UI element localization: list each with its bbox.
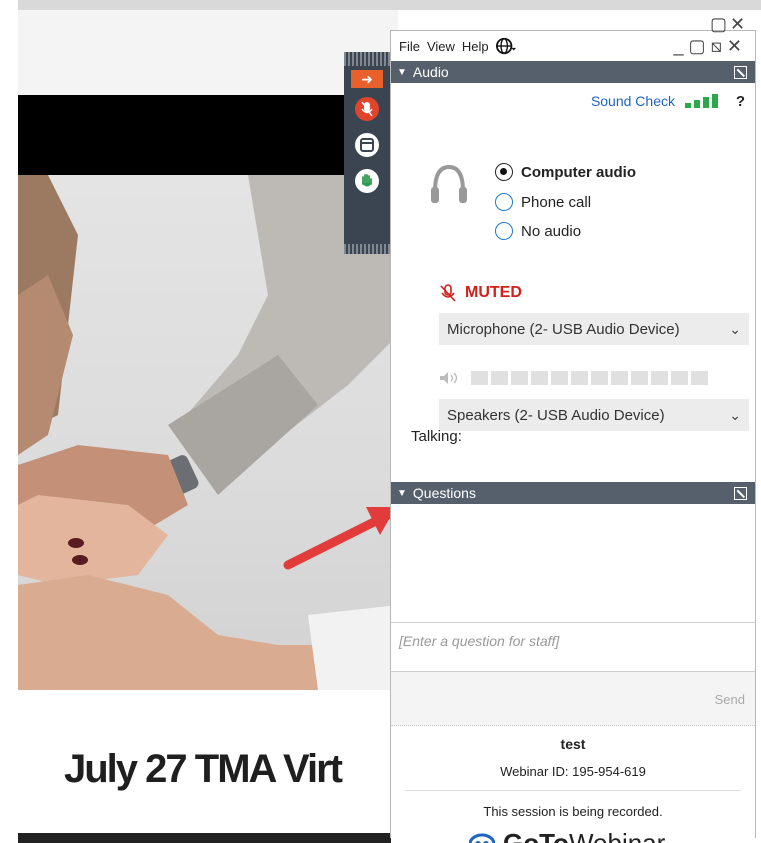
slide-title-box: July 27 TMA Virt — [56, 732, 370, 806]
questions-log — [391, 504, 755, 622]
collapse-triangle-icon[interactable]: ▼ — [397, 67, 407, 78]
control-bar[interactable]: ➜ — [344, 52, 390, 254]
level-segment — [651, 371, 668, 385]
menu-help[interactable]: Help — [462, 39, 489, 54]
help-icon[interactable]: ? — [736, 93, 745, 110]
speaker-select-value: Speakers (2- USB Audio Device) — [447, 406, 665, 424]
speaker-icon — [440, 372, 458, 384]
outer-window-controls[interactable]: ▢✕ — [710, 14, 748, 35]
questions-section-header[interactable]: ▼ Questions — [391, 482, 755, 504]
slide-top-area — [18, 10, 398, 95]
microphone-muted-icon[interactable] — [352, 94, 382, 124]
chevron-down-icon[interactable]: ⌄ — [729, 407, 741, 424]
radio-button[interactable] — [495, 163, 513, 181]
level-segment — [671, 371, 688, 385]
questions-header-label: Questions — [412, 485, 476, 501]
level-segment — [531, 371, 548, 385]
level-segment — [571, 371, 588, 385]
brand-webinar: Webinar — [568, 828, 666, 843]
menu-view[interactable]: View — [427, 39, 455, 54]
audio-section-header[interactable]: ▼ Audio — [391, 61, 755, 83]
microphone-select-value: Microphone (2- USB Audio Device) — [447, 320, 680, 338]
radio-no-audio[interactable]: No audio — [495, 222, 581, 240]
mute-status[interactable]: MUTED — [439, 283, 522, 303]
level-segment — [491, 371, 508, 385]
headset-icon — [431, 164, 467, 203]
radio-button[interactable] — [495, 193, 513, 211]
muted-label: MUTED — [465, 284, 522, 301]
slide-title: July 27 TMA Virt — [64, 746, 343, 791]
globe-icon[interactable] — [495, 36, 516, 56]
speaker-select[interactable]: Speakers (2- USB Audio Device) ⌄ — [439, 399, 749, 431]
left-margin — [0, 0, 18, 843]
popout-icon[interactable] — [734, 486, 747, 500]
radio-computer-audio[interactable]: Computer audio — [495, 163, 636, 181]
sound-check-link[interactable]: Sound Check — [591, 93, 675, 109]
level-segment — [511, 371, 528, 385]
send-button[interactable]: Send — [715, 692, 745, 707]
slide-photo — [18, 175, 398, 690]
footer-divider — [405, 790, 741, 791]
control-bar-grip[interactable] — [344, 52, 390, 66]
level-segment — [551, 371, 568, 385]
level-segment — [631, 371, 648, 385]
slide-black-band — [18, 95, 398, 175]
menu-bar: File View Help _▢⧅✕ — [391, 31, 755, 61]
radio-label: No audio — [521, 222, 582, 240]
microphone-select[interactable]: Microphone (2- USB Audio Device) ⌄ — [439, 313, 749, 345]
radio-button[interactable] — [495, 222, 513, 240]
menu-file[interactable]: File — [399, 39, 420, 54]
level-segment — [591, 371, 608, 385]
microphone-muted-icon[interactable] — [439, 283, 457, 303]
webinar-id: Webinar ID: 195-954-619 — [500, 764, 646, 779]
top-strip — [0, 0, 761, 10]
brand-goto: GoTo — [503, 828, 569, 843]
panel-window-controls[interactable]: _▢⧅✕ — [673, 36, 747, 57]
popout-icon[interactable] — [734, 65, 747, 79]
gotowebinar-panel: File View Help _▢⧅✕ ▼ Audio Sound Check … — [390, 30, 756, 843]
level-segment — [471, 371, 488, 385]
session-footer: test Webinar ID: 195-954-619 This sessio… — [391, 726, 755, 843]
chevron-down-icon[interactable]: ⌄ — [729, 321, 741, 338]
signal-strength-icon — [685, 94, 718, 108]
slide-bottom-bar — [18, 833, 398, 843]
raise-hand-icon[interactable] — [352, 166, 382, 196]
audio-section: Sound Check ? Computer audio Phone call … — [391, 83, 755, 431]
level-segment — [611, 371, 628, 385]
handshake-photo — [18, 175, 398, 690]
speaker-level-meter — [439, 371, 711, 385]
collapse-triangle-icon[interactable]: ▼ — [397, 488, 407, 499]
goto-logo-icon — [469, 833, 495, 843]
level-segment — [691, 371, 708, 385]
control-bar-grip-bottom[interactable] — [344, 244, 390, 254]
audio-header-label: Audio — [412, 64, 449, 80]
arrow-right-icon[interactable]: ➜ — [351, 70, 383, 88]
send-area: Send — [391, 672, 755, 726]
gotowebinar-logo: GoTo Webinar — [469, 828, 665, 843]
talking-label: Talking: — [411, 428, 462, 445]
radio-phone-call[interactable]: Phone call — [495, 193, 591, 211]
session-title: test — [560, 736, 586, 752]
talking-area: Talking: — [391, 428, 755, 482]
screen-icon[interactable] — [352, 130, 382, 160]
question-input[interactable]: [Enter a question for staff] — [391, 622, 755, 672]
radio-label: Computer audio — [521, 163, 636, 181]
radio-label: Phone call — [521, 193, 592, 211]
recording-notice: This session is being recorded. — [483, 804, 663, 819]
